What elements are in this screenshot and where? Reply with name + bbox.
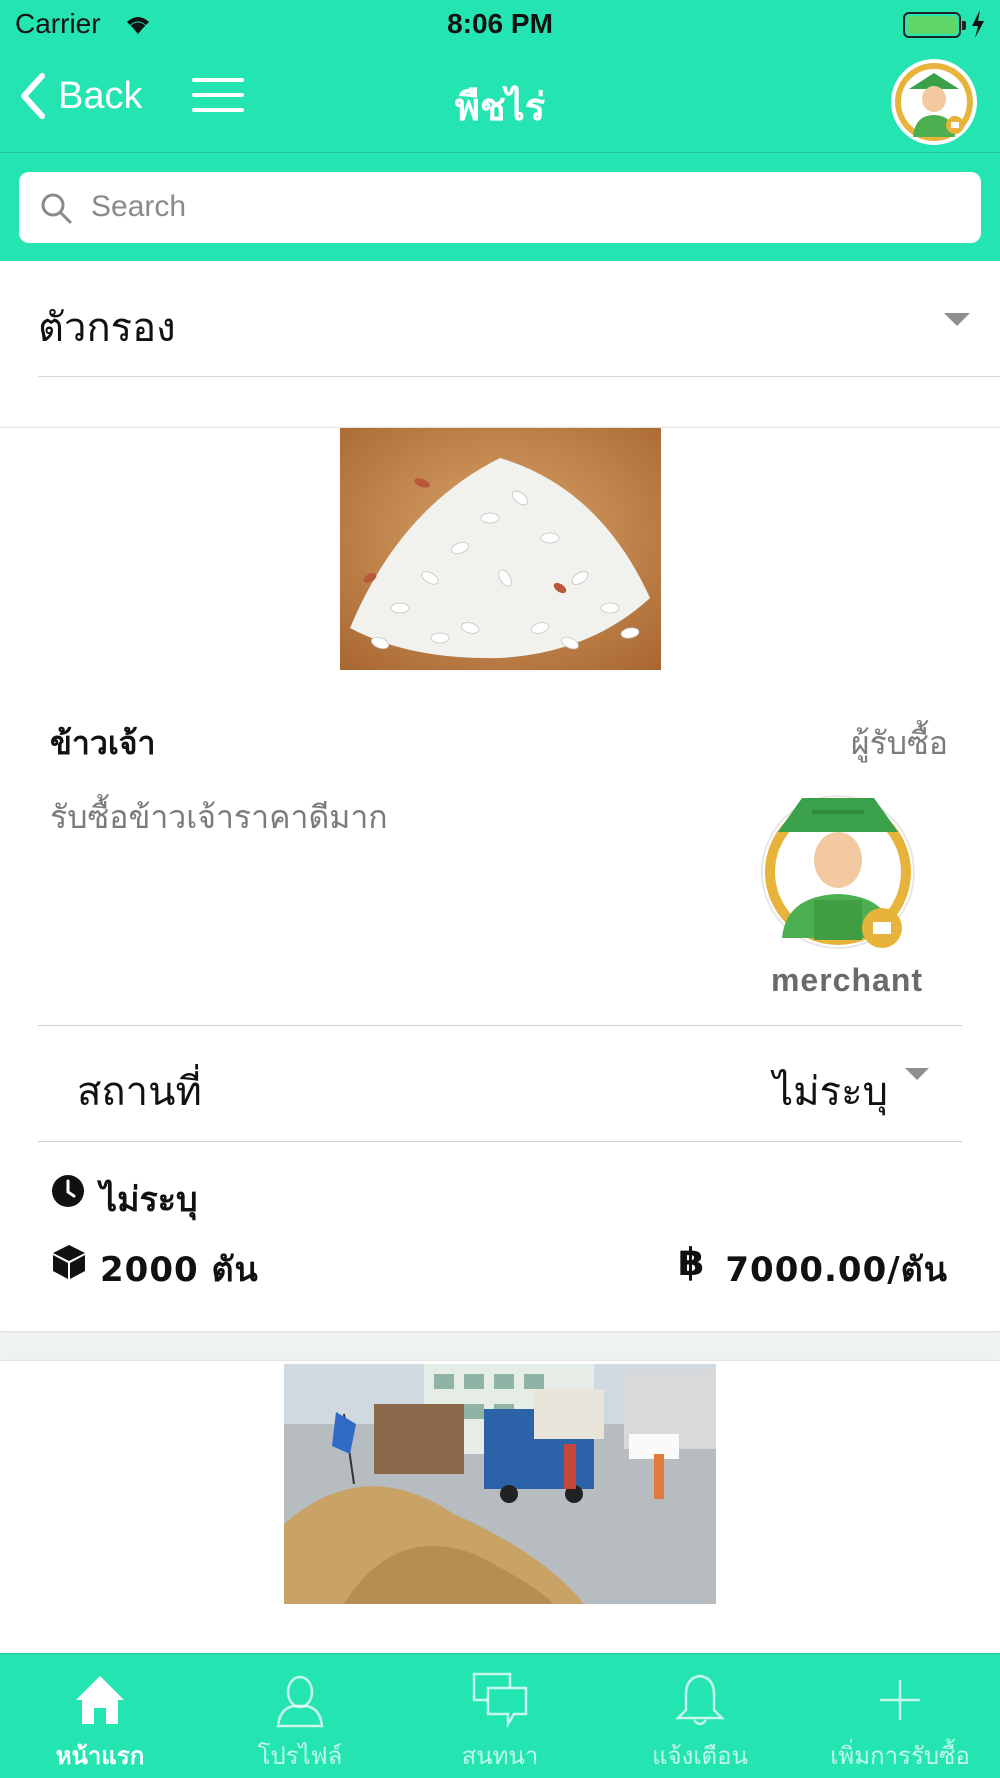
farmer-avatar-icon: [895, 63, 973, 141]
home-icon: [76, 1676, 124, 1724]
status-bar: Carrier 8:06 PM: [0, 0, 1000, 50]
navigation-bar: Back พืชไร่: [0, 50, 1000, 153]
product-description: รับซื้อข้าวเจ้าราคาดีมาก: [50, 798, 388, 836]
tab-chat[interactable]: สนทนา: [400, 1654, 600, 1778]
filter-divider: [38, 376, 1000, 377]
search-bar: [0, 153, 1000, 261]
clock-icon: [52, 1175, 84, 1207]
chat-icon: [472, 1672, 528, 1728]
search-box: [19, 172, 981, 243]
tab-home[interactable]: หน้าแรก: [0, 1654, 200, 1778]
page-title: พืชไร่: [454, 85, 546, 129]
tab-label: แจ้งเตือน: [652, 1742, 748, 1770]
buyer-role-label: ผู้รับซื้อ: [850, 724, 948, 762]
location-label: สถานที่: [77, 1069, 202, 1115]
rice-harvest-image: [284, 1364, 716, 1604]
location-value[interactable]: ไม่ระบุ: [773, 1059, 888, 1123]
card-gap: [0, 1333, 1000, 1360]
merchant-avatar-icon[interactable]: [742, 788, 934, 958]
charging-icon: [972, 10, 984, 38]
tab-bar: หน้าแรก โปรไฟล์ สนทนา แจ้งเตือน เพิ่มการ…: [0, 1653, 1000, 1778]
location-dropdown-caret-icon[interactable]: [905, 1068, 929, 1080]
filter-label: ตัวกรอง: [38, 305, 176, 351]
filter-dropdown-caret-icon[interactable]: [944, 313, 970, 326]
bell-icon: [674, 1674, 726, 1726]
divider: [38, 1025, 962, 1026]
divider: [38, 1141, 962, 1142]
tab-notifications[interactable]: แจ้งเตือน: [600, 1654, 800, 1778]
time-value: ไม่ระบุ: [100, 1180, 198, 1220]
tab-profile[interactable]: โปรไฟล์: [200, 1654, 400, 1778]
tab-label: สนทนา: [461, 1742, 539, 1770]
product-name: ข้าวเจ้า: [50, 724, 156, 762]
tab-add-purchase[interactable]: เพิ่มการรับซื้อ: [800, 1654, 1000, 1778]
profile-icon: [276, 1675, 324, 1728]
tab-label: หน้าแรก: [55, 1742, 145, 1770]
battery-icon: [903, 12, 966, 38]
tab-label: เพิ่มการรับซื้อ: [830, 1742, 970, 1770]
quantity-value: 2000 ตัน: [100, 1250, 259, 1290]
rice-grains-image: [340, 428, 661, 670]
merchant-name: merchant: [770, 962, 924, 998]
plus-icon: [880, 1680, 920, 1720]
search-input[interactable]: [91, 184, 951, 230]
tab-label: โปรไฟล์: [257, 1742, 343, 1770]
search-icon: [41, 193, 72, 224]
baht-icon: ฿: [678, 1240, 705, 1284]
status-time: 8:06 PM: [447, 8, 553, 39]
listing-card[interactable]: ข้าวเจ้า ผู้รับซื้อ รับซื้อข้าวเจ้าราคาด…: [0, 427, 1000, 1332]
filter-section[interactable]: ตัวกรอง: [0, 261, 1000, 426]
user-avatar[interactable]: [891, 59, 977, 145]
price-value: 7000.00/ตัน: [725, 1250, 948, 1290]
box-icon: [53, 1245, 85, 1279]
partial-role-text: [928, 1645, 948, 1651]
